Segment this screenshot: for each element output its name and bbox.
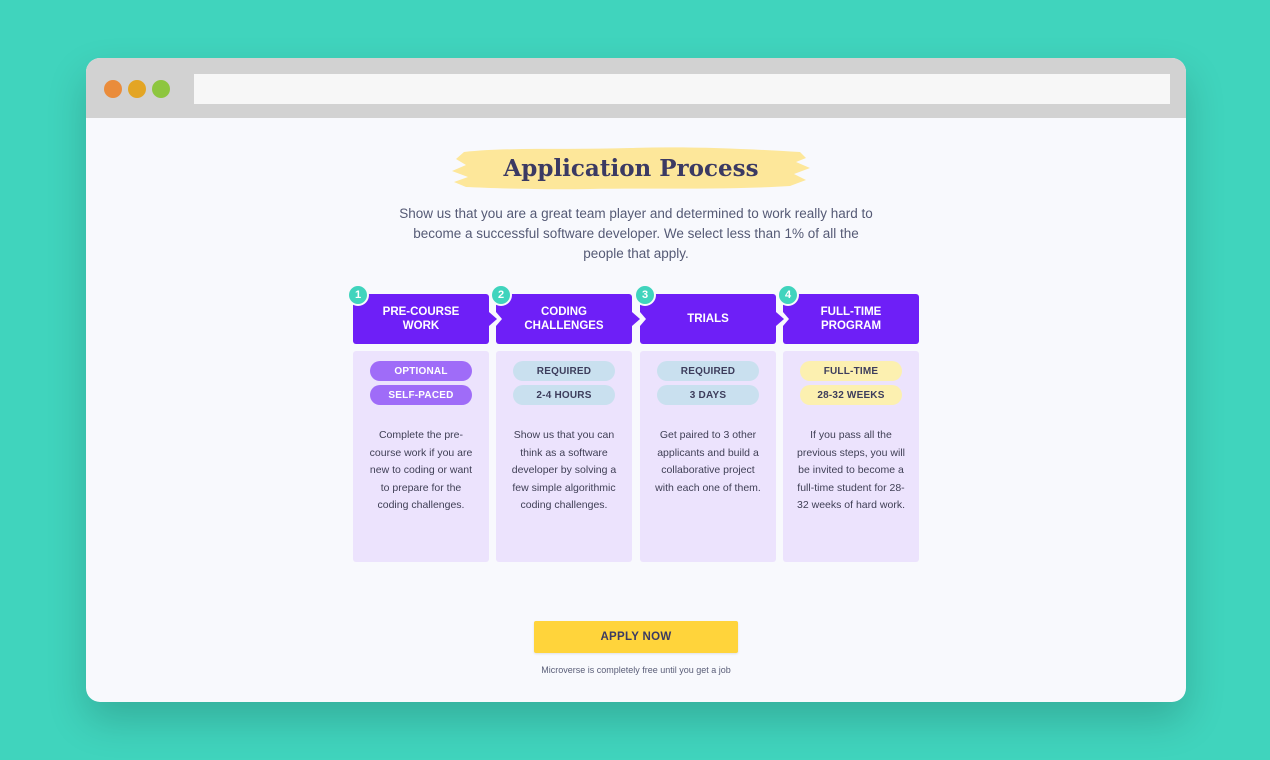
step-number-badge: 2 xyxy=(490,284,512,306)
step-arrow-icon xyxy=(776,312,784,326)
step-header: FULL-TIME PROGRAM xyxy=(783,294,919,344)
step-title: TRIALS xyxy=(687,313,729,325)
step-title: CODING CHALLENGES xyxy=(524,306,604,332)
page-content: Application Process Show us that you are… xyxy=(86,118,1186,702)
step-tag: FULL-TIME xyxy=(800,361,902,381)
step-number-badge: 4 xyxy=(777,284,799,306)
step-description: Get paired to 3 other applicants and bui… xyxy=(655,429,761,494)
step-arrow-icon xyxy=(632,312,640,326)
browser-window: Application Process Show us that you are… xyxy=(86,58,1186,702)
step-title: PRE-COURSE WORK xyxy=(382,306,460,332)
page-title: Application Process xyxy=(503,154,759,182)
step-description: Complete the pre-course work if you are … xyxy=(369,429,473,511)
step-notch xyxy=(640,312,646,326)
step-header: PRE-COURSE WORK xyxy=(353,294,489,344)
step-tag: SELF-PACED xyxy=(370,385,472,405)
page-subtitle: Show us that you are a great team player… xyxy=(399,206,873,261)
step-body: REQUIRED 3 DAYS Get paired to 3 other ap… xyxy=(640,351,776,562)
step-body: OPTIONAL SELF-PACED Complete the pre-cou… xyxy=(353,351,489,562)
step-title: FULL-TIME PROGRAM xyxy=(820,306,882,332)
address-bar[interactable] xyxy=(194,74,1170,104)
browser-titlebar xyxy=(86,58,1186,118)
apply-now-button[interactable]: APPLY NOW xyxy=(534,621,738,653)
step-number-badge: 3 xyxy=(634,284,656,306)
title-highlight: Application Process xyxy=(450,144,812,192)
minimize-window-dot[interactable] xyxy=(128,80,146,98)
step-header: TRIALS xyxy=(640,294,776,344)
step-body: FULL-TIME 28-32 WEEKS If you pass all th… xyxy=(783,351,919,562)
step-tag: 28-32 WEEKS xyxy=(800,385,902,405)
step-description: Show us that you can think as a software… xyxy=(511,429,617,511)
step-description: If you pass all the previous steps, you … xyxy=(797,429,905,511)
close-window-dot[interactable] xyxy=(104,80,122,98)
process-steps: PRE-COURSE WORK 1 OPTIONAL SELF-PACED Co… xyxy=(347,284,919,564)
step-tag: 3 DAYS xyxy=(657,385,759,405)
step-tag: OPTIONAL xyxy=(370,361,472,381)
step-arrow-icon xyxy=(489,312,497,326)
step-tag: REQUIRED xyxy=(657,361,759,381)
maximize-window-dot[interactable] xyxy=(152,80,170,98)
step-tag: 2-4 HOURS xyxy=(513,385,615,405)
step-body: REQUIRED 2-4 HOURS Show us that you can … xyxy=(496,351,632,562)
step-number-badge: 1 xyxy=(347,284,369,306)
free-until-job-note: Microverse is completely free until you … xyxy=(541,665,731,675)
step-tag: REQUIRED xyxy=(513,361,615,381)
step-header: CODING CHALLENGES xyxy=(496,294,632,344)
